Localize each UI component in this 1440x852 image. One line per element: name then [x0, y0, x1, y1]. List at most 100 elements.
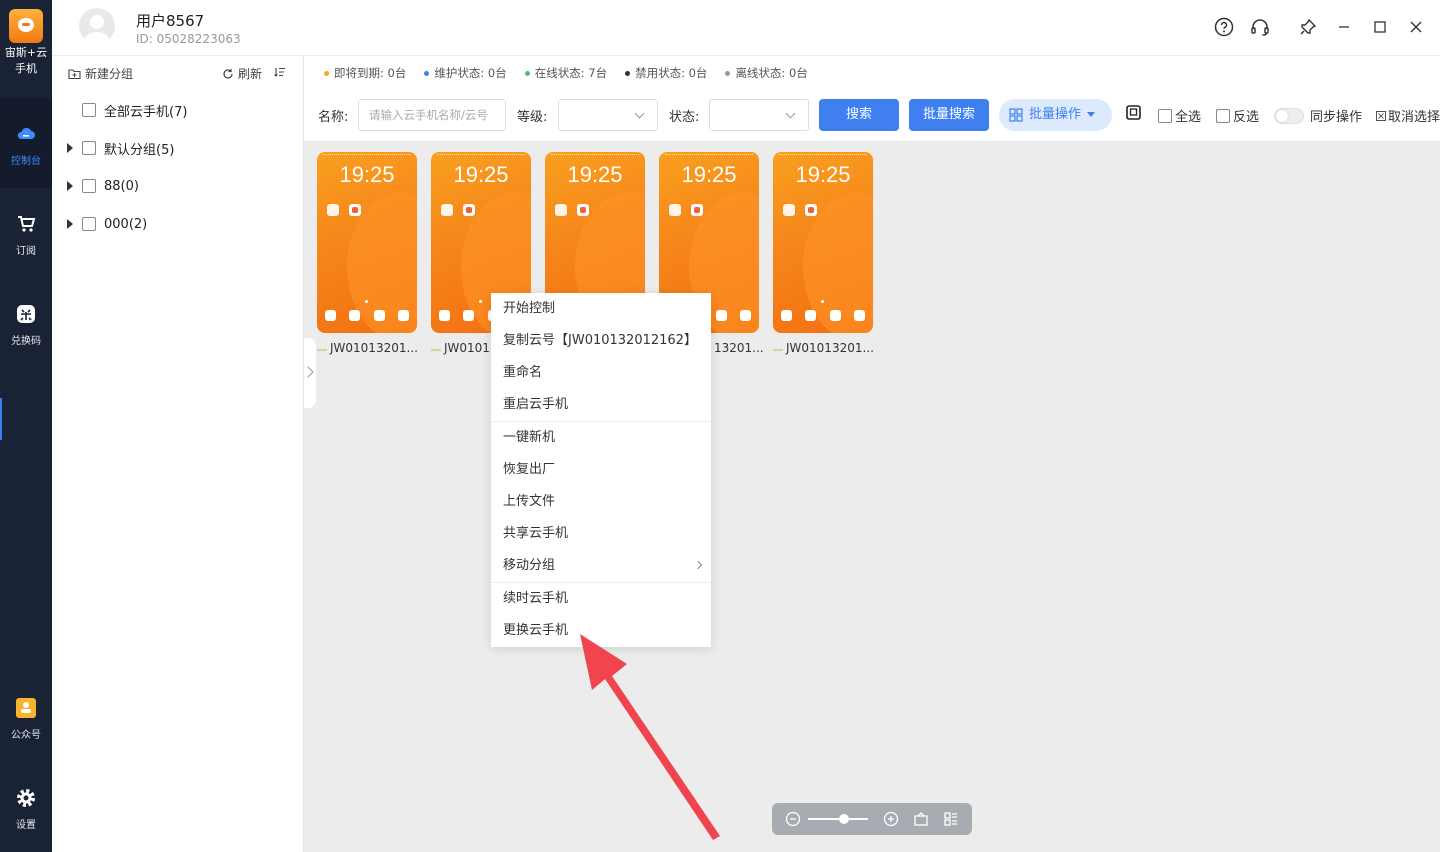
group-checkbox[interactable] [82, 103, 96, 117]
app-icon [783, 204, 795, 216]
status-offline[interactable]: 离线状态: 0台 [725, 65, 808, 81]
expand-arrow-icon[interactable] [67, 181, 73, 191]
phone-name[interactable]: JW01013201... [317, 341, 418, 355]
pin-icon[interactable] [1297, 16, 1319, 38]
app-icon [463, 204, 475, 216]
batch-operation-button[interactable]: 批量操作 [999, 99, 1112, 131]
level-select[interactable] [558, 99, 658, 131]
refresh-icon [223, 68, 233, 79]
menu-upload-file[interactable]: 上传文件 [491, 486, 711, 518]
new-group-button[interactable]: 新建分组 [68, 65, 133, 82]
search-button[interactable]: 搜索 [819, 99, 899, 131]
phone-time: 19:25 [453, 162, 509, 187]
app-icon [555, 204, 567, 216]
nav-item-console[interactable]: 控制台 [0, 98, 52, 188]
close-icon[interactable] [1405, 16, 1427, 38]
group-88[interactable]: 88(0) [52, 171, 304, 201]
state-select[interactable] [709, 99, 809, 131]
app-icon [805, 204, 817, 216]
menu-start-control[interactable]: 开始控制 [491, 293, 711, 325]
state-label: 状态: [669, 110, 700, 125]
app-icon [349, 204, 361, 216]
invert-select-checkbox[interactable]: 反选 [1216, 106, 1259, 125]
group-label: 全部云手机(7) [104, 104, 188, 120]
cancel-selection-button[interactable]: 取消选择 [1376, 106, 1440, 125]
cloud-icon [17, 127, 35, 139]
group-checkbox[interactable] [82, 179, 96, 193]
logo-icon [9, 9, 43, 43]
zoom-in-icon[interactable] [882, 810, 900, 828]
zoom-out-icon[interactable] [784, 810, 802, 828]
status-disabled[interactable]: 禁用状态: 0台 [625, 65, 707, 81]
status-dot [424, 70, 430, 76]
refresh-button[interactable]: 刷新 [222, 65, 262, 82]
menu-replace[interactable]: 更换云手机 [491, 615, 711, 647]
avatar[interactable] [79, 8, 115, 44]
refresh-label: 刷新 [238, 67, 263, 81]
nav-item-settings[interactable]: 设置 [0, 762, 52, 852]
group-checkbox[interactable] [82, 141, 96, 155]
zoom-slider-track[interactable] [808, 818, 868, 820]
maximize-icon[interactable] [1369, 16, 1391, 38]
menu-copy-cloud-id[interactable]: 复制云号【JW010132012162】 [491, 325, 711, 357]
select-all-checkbox[interactable]: 全选 [1158, 106, 1201, 125]
help-icon[interactable] [1213, 16, 1235, 38]
batch-search-button[interactable]: 批量搜索 [909, 99, 989, 131]
phone-name[interactable]: JW01013 [431, 341, 498, 355]
sort-icon[interactable] [274, 66, 286, 81]
minimize-icon[interactable] [1333, 16, 1355, 38]
sidebar-collapse-handle[interactable] [304, 338, 316, 408]
status-maintenance[interactable]: 维护状态: 0台 [424, 65, 507, 81]
group-default[interactable]: 默认分组(5) [52, 133, 304, 163]
sync-operation-toggle[interactable]: 同步操作 [1274, 106, 1362, 125]
group-all[interactable]: 全部云手机(7) [52, 95, 304, 125]
exchange-icon [17, 305, 35, 323]
group-000[interactable]: 000(2) [52, 209, 304, 239]
menu-rename[interactable]: 重命名 [491, 357, 711, 389]
view-mode-icon[interactable] [1126, 105, 1141, 120]
phone-time: 19:25 [795, 162, 851, 187]
folder-add-icon [68, 69, 81, 80]
rotate-icon[interactable] [912, 810, 930, 828]
status-expiring[interactable]: 即将到期: 0台 [324, 65, 406, 81]
wechat-official-icon [16, 698, 36, 718]
toggle-switch [1274, 107, 1304, 124]
app-icon [327, 204, 339, 216]
status-online[interactable]: 在线状态: 7台 [524, 65, 607, 81]
app-icon [669, 204, 681, 216]
menu-renew[interactable]: 续时云手机 [491, 583, 711, 615]
nav-item-redeem[interactable]: 兑换码 [0, 278, 52, 368]
app-icon [441, 204, 453, 216]
nav-label: 兑换码 [11, 336, 41, 347]
headset-icon[interactable] [1249, 16, 1271, 38]
name-search-input[interactable]: 请输入云手机名称/云号 [358, 99, 506, 131]
phone-card[interactable]: 19:25 [317, 152, 417, 333]
context-menu: 开始控制 复制云号【JW010132012162】 重命名 重启云手机 一键新机… [491, 293, 711, 647]
signal-icon [773, 345, 783, 351]
app-logo: 宙斯+云 手机 [0, 0, 52, 98]
nav-item-subscribe[interactable]: 订阅 [0, 188, 52, 278]
menu-new-device[interactable]: 一键新机 [491, 422, 711, 454]
menu-move-group[interactable]: 移动分组 [491, 550, 711, 582]
left-nav: 宙斯+云 手机 控制台 订阅 兑换码 公众号 设置 [0, 0, 52, 852]
layout-list-icon[interactable] [942, 810, 960, 828]
phone-time: 19:25 [567, 162, 623, 187]
nav-label: 控制台 [11, 156, 41, 167]
group-checkbox[interactable] [82, 217, 96, 231]
phone-card[interactable]: 19:25 [773, 152, 873, 333]
nav-item-official-account[interactable]: 公众号 [0, 672, 52, 762]
zoom-slider-knob[interactable] [839, 814, 849, 824]
signal-icon [431, 345, 441, 351]
expand-arrow-icon[interactable] [67, 219, 73, 229]
expand-arrow-icon[interactable] [67, 143, 73, 153]
top-header: 用户8567 ID: 05028223063 [52, 0, 1440, 56]
username: 用户8567 [136, 12, 205, 30]
status-dot [725, 70, 731, 76]
menu-factory-reset[interactable]: 恢复出厂 [491, 454, 711, 486]
menu-share[interactable]: 共享云手机 [491, 518, 711, 550]
phone-name[interactable]: 13201... [714, 341, 764, 355]
filter-toolbar: 名称: 请输入云手机名称/云号 等级: 状态: 搜索 批量搜索 批量操作 全选 … [304, 90, 1440, 142]
group-label: 88(0) [104, 178, 139, 194]
menu-restart[interactable]: 重启云手机 [491, 389, 711, 421]
phone-name[interactable]: JW01013201... [773, 341, 874, 355]
